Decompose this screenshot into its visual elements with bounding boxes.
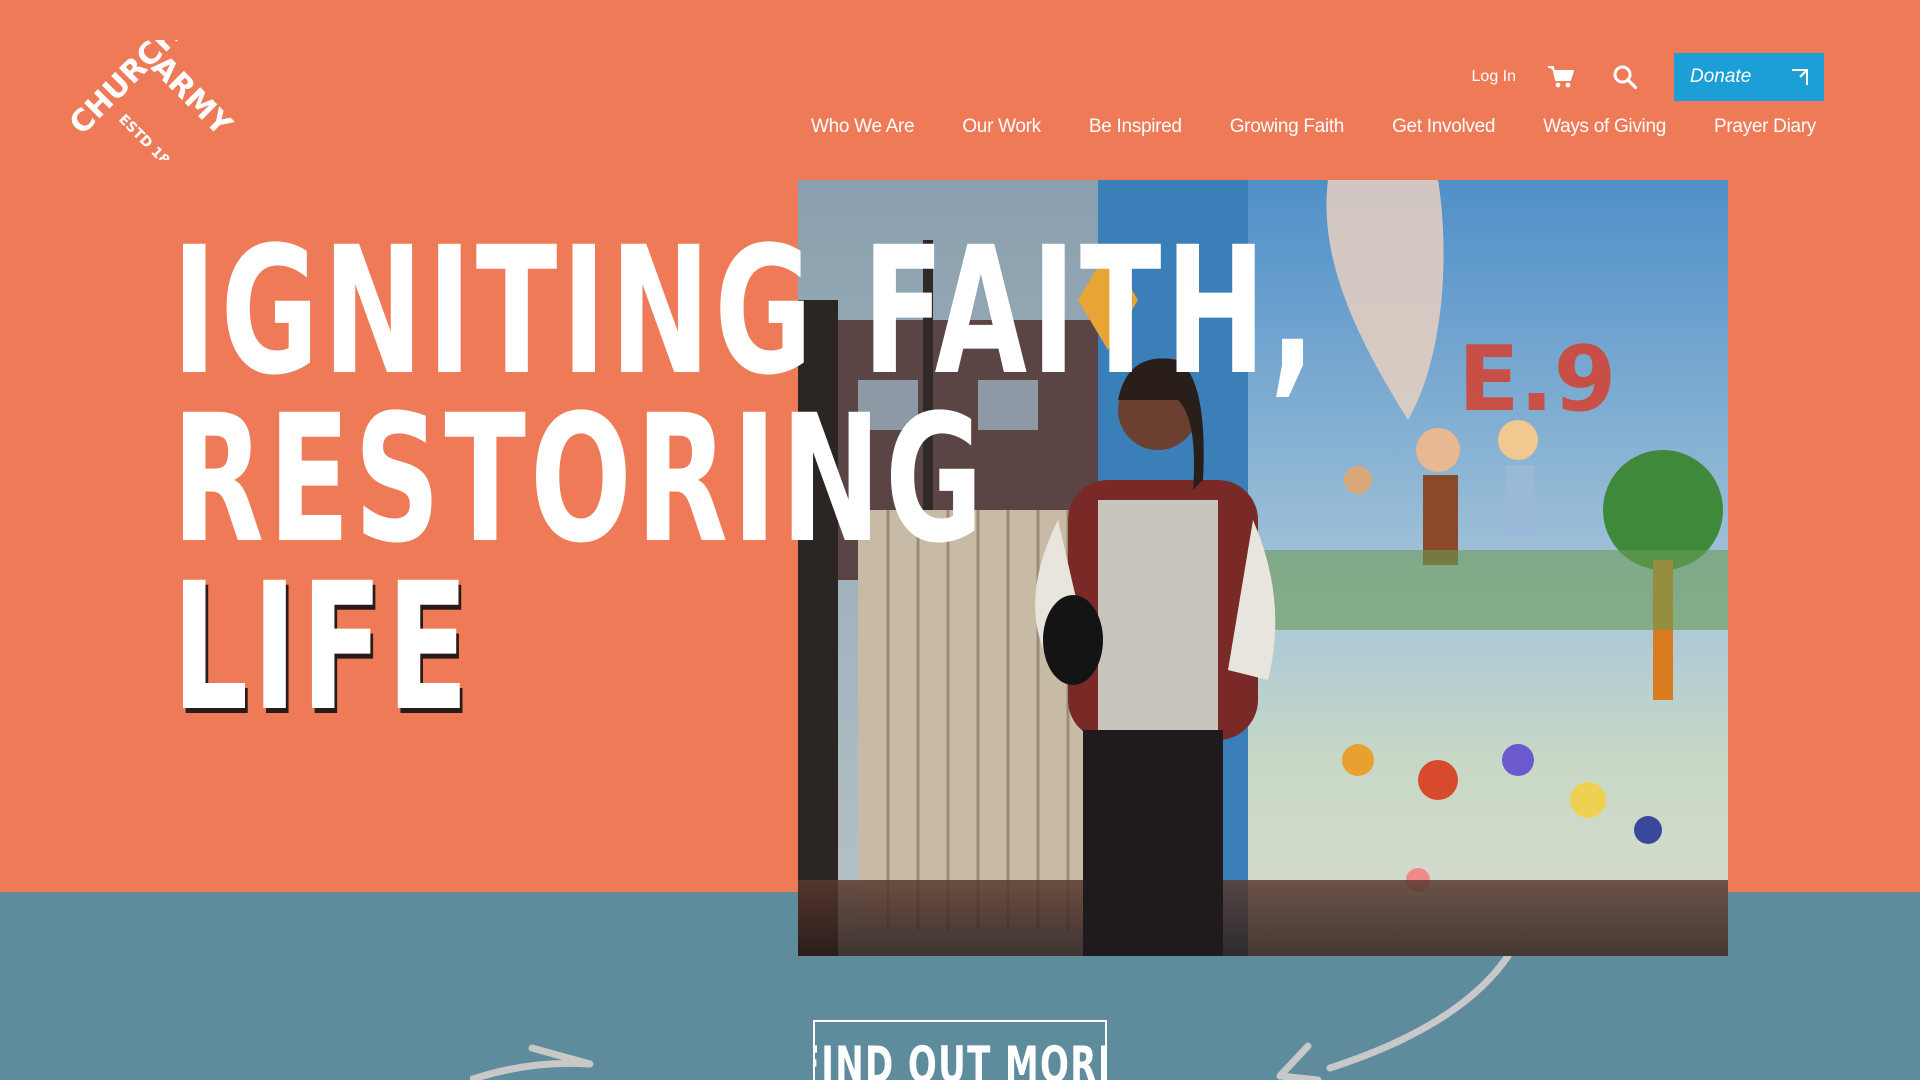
main-nav: Who We Are Our Work Be Inspired Growing … [811, 116, 1816, 138]
logo-mark: CHURCH ARMY ESTD 1882 [63, 17, 239, 183]
nav-ways-of-giving[interactable]: Ways of Giving [1543, 116, 1666, 138]
search-icon[interactable] [1610, 62, 1640, 92]
church-army-logo[interactable]: CHURCH ARMY ESTD 1882 [63, 17, 239, 183]
find-out-more-button[interactable]: FIND OUT MORE [813, 1020, 1107, 1080]
donate-label: Donate [1690, 66, 1752, 87]
curved-arrow-right-icon [1276, 956, 1512, 1080]
headline-line-1: IGNITING FAITH, [172, 209, 1320, 414]
nav-who-we-are[interactable]: Who We Are [811, 116, 915, 138]
cart-icon[interactable] [1546, 62, 1576, 92]
corner-arrow-icon [1792, 69, 1808, 85]
donate-button[interactable]: Donate [1674, 53, 1824, 101]
hero-headline: IGNITING FAITH, RESTORING LIFE [172, 209, 1320, 750]
nav-prayer-diary[interactable]: Prayer Diary [1714, 116, 1816, 138]
find-out-more-label: FIND OUT MORE [813, 1036, 1107, 1080]
headline-line-2: RESTORING [172, 377, 988, 582]
login-link[interactable]: Log In [1472, 68, 1516, 86]
nav-growing-faith[interactable]: Growing Faith [1230, 116, 1345, 138]
svg-text:E.9: E.9 [1458, 327, 1616, 432]
utility-bar: Log In Donate [1472, 52, 1824, 102]
logo-line-army: ARMY [144, 49, 235, 144]
headline-line-3: LIFE [172, 545, 473, 750]
logo-established: ESTD 1882 [115, 112, 186, 160]
nav-our-work[interactable]: Our Work [962, 116, 1041, 138]
nav-get-involved[interactable]: Get Involved [1392, 116, 1495, 138]
nav-be-inspired[interactable]: Be Inspired [1089, 116, 1182, 138]
curved-arrow-left-icon [470, 1044, 594, 1080]
